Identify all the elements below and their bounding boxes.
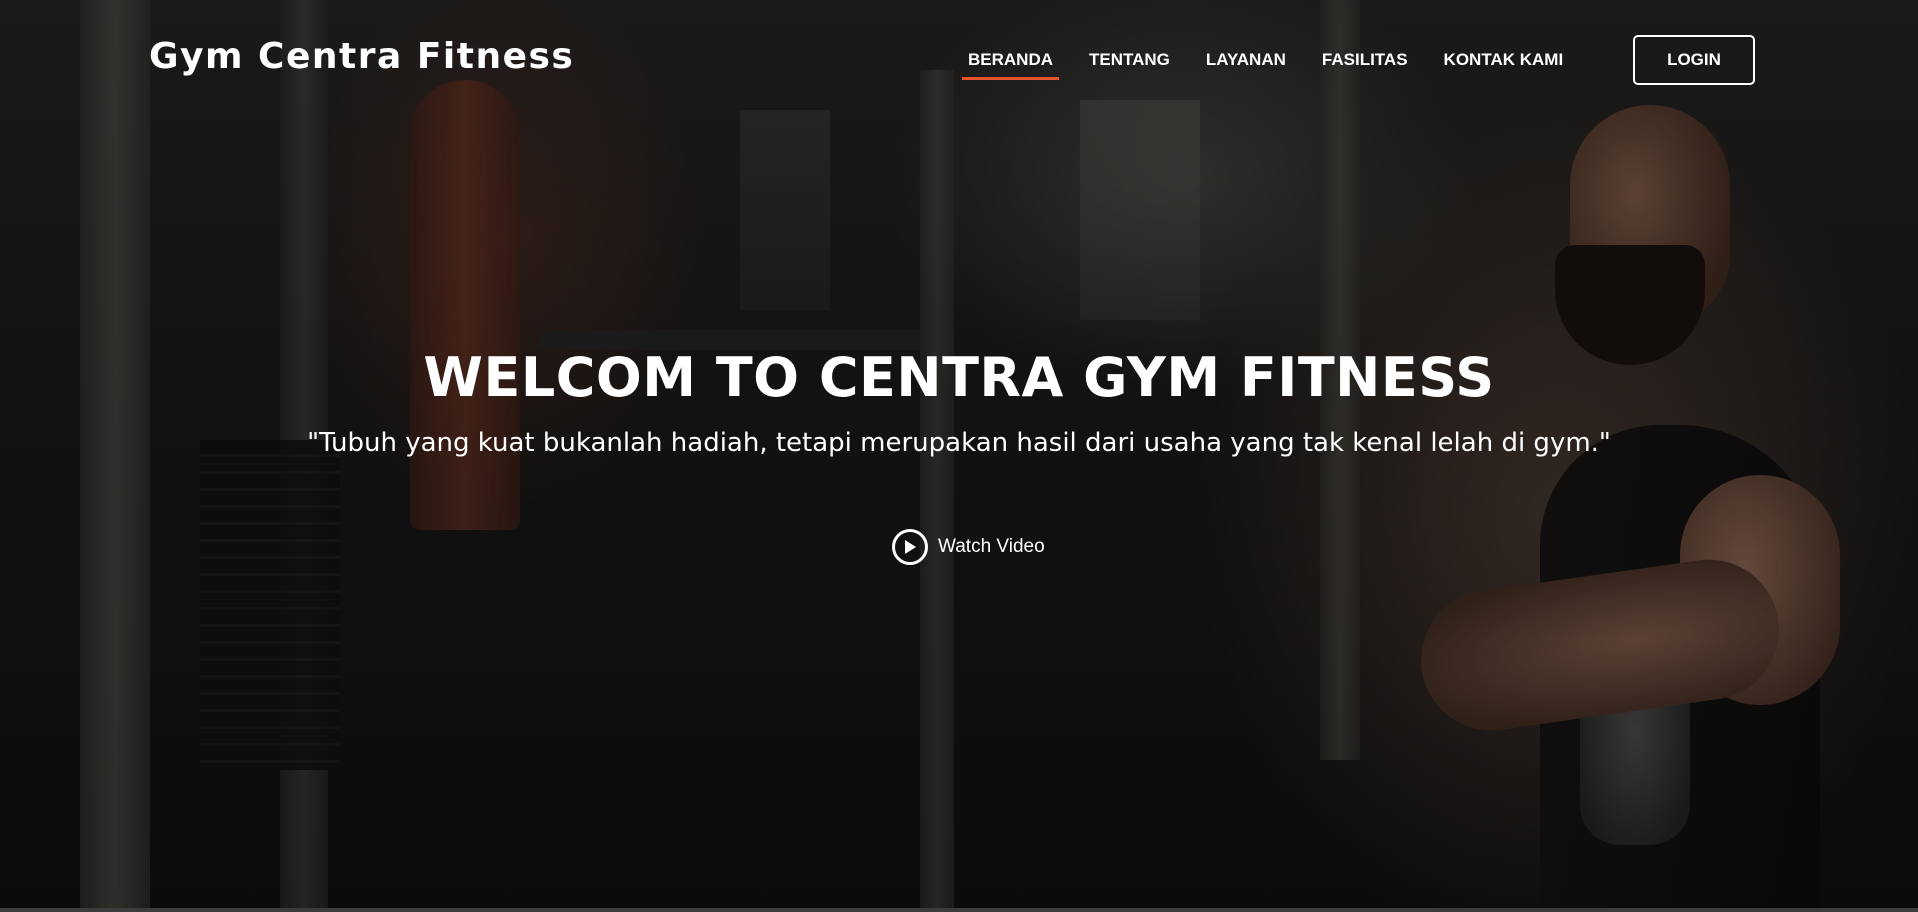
watch-video-label[interactable]: Watch Video bbox=[938, 536, 1045, 558]
nav-item-fasilitas[interactable]: FASILITAS bbox=[1304, 44, 1426, 80]
page-bottom-border bbox=[0, 908, 1918, 912]
main-nav: BERANDA TENTANG LAYANAN FASILITAS KONTAK… bbox=[950, 44, 1581, 80]
nav-item-beranda[interactable]: BERANDA bbox=[950, 44, 1071, 80]
nav-item-layanan[interactable]: LAYANAN bbox=[1188, 44, 1304, 80]
hero-section: Gym Centra Fitness BERANDA TENTANG LAYAN… bbox=[0, 0, 1918, 912]
hero-title: WELCOM TO CENTRA GYM FITNESS bbox=[423, 346, 1495, 409]
site-logo[interactable]: Gym Centra Fitness bbox=[149, 36, 574, 77]
nav-item-kontak-kami[interactable]: KONTAK KAMI bbox=[1426, 44, 1582, 80]
site-header: Gym Centra Fitness BERANDA TENTANG LAYAN… bbox=[0, 0, 1918, 120]
play-triangle-icon bbox=[905, 540, 916, 554]
hero-quote: "Tubuh yang kuat bukanlah hadiah, tetapi… bbox=[307, 428, 1611, 458]
play-circle-icon[interactable] bbox=[892, 529, 928, 565]
nav-item-tentang[interactable]: TENTANG bbox=[1071, 44, 1188, 80]
watch-video-button[interactable]: Watch Video bbox=[892, 527, 1045, 567]
login-button[interactable]: LOGIN bbox=[1633, 35, 1755, 85]
